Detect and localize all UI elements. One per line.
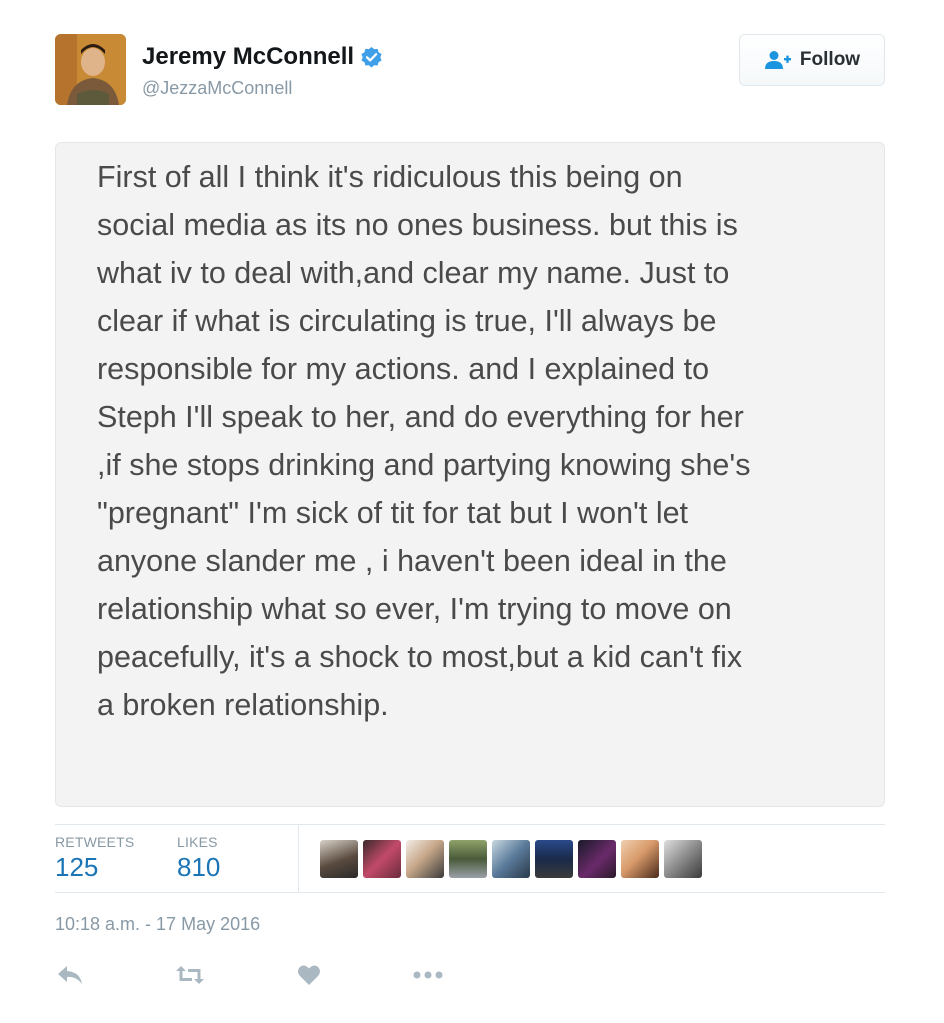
follow-button[interactable]: Follow: [739, 34, 885, 86]
liker-avatars: [320, 840, 702, 878]
add-user-icon: [764, 51, 791, 69]
liker-avatar[interactable]: [621, 840, 659, 878]
retweet-button[interactable]: [175, 960, 205, 990]
user-display-name[interactable]: Jeremy McConnell: [142, 43, 383, 71]
follow-button-label: Follow: [799, 49, 861, 70]
liker-avatar[interactable]: [578, 840, 616, 878]
like-button[interactable]: [294, 960, 324, 990]
liker-avatar[interactable]: [492, 840, 530, 878]
avatar[interactable]: [55, 34, 126, 105]
likes-label: LIKES: [177, 834, 218, 850]
liker-avatar[interactable]: [320, 840, 358, 878]
reply-button[interactable]: [55, 960, 85, 990]
more-button[interactable]: [413, 960, 443, 990]
stats-vertical-divider: [298, 824, 299, 892]
note-text: First of all I think it's ridiculous thi…: [97, 160, 751, 722]
tweet-timestamp[interactable]: 10:18 a.m. - 17 May 2016: [55, 914, 260, 935]
stats-bottom-divider: [55, 892, 885, 893]
liker-avatar[interactable]: [535, 840, 573, 878]
verified-badge-icon: [361, 46, 382, 67]
liker-avatar[interactable]: [664, 840, 702, 878]
liker-avatar[interactable]: [363, 840, 401, 878]
retweets-label: RETWEETS: [55, 834, 135, 850]
more-icon: [413, 971, 443, 979]
retweet-icon: [176, 966, 204, 984]
liker-avatar[interactable]: [406, 840, 444, 878]
liker-avatar[interactable]: [449, 840, 487, 878]
stats-top-divider: [55, 824, 885, 825]
user-handle[interactable]: @JezzaMcConnell: [142, 78, 292, 99]
likes-count[interactable]: 810: [177, 852, 220, 883]
display-name-text: Jeremy McConnell: [142, 43, 355, 70]
like-icon: [298, 965, 320, 985]
reply-icon: [58, 966, 82, 984]
retweets-count[interactable]: 125: [55, 852, 98, 883]
avatar-image: [55, 34, 126, 105]
